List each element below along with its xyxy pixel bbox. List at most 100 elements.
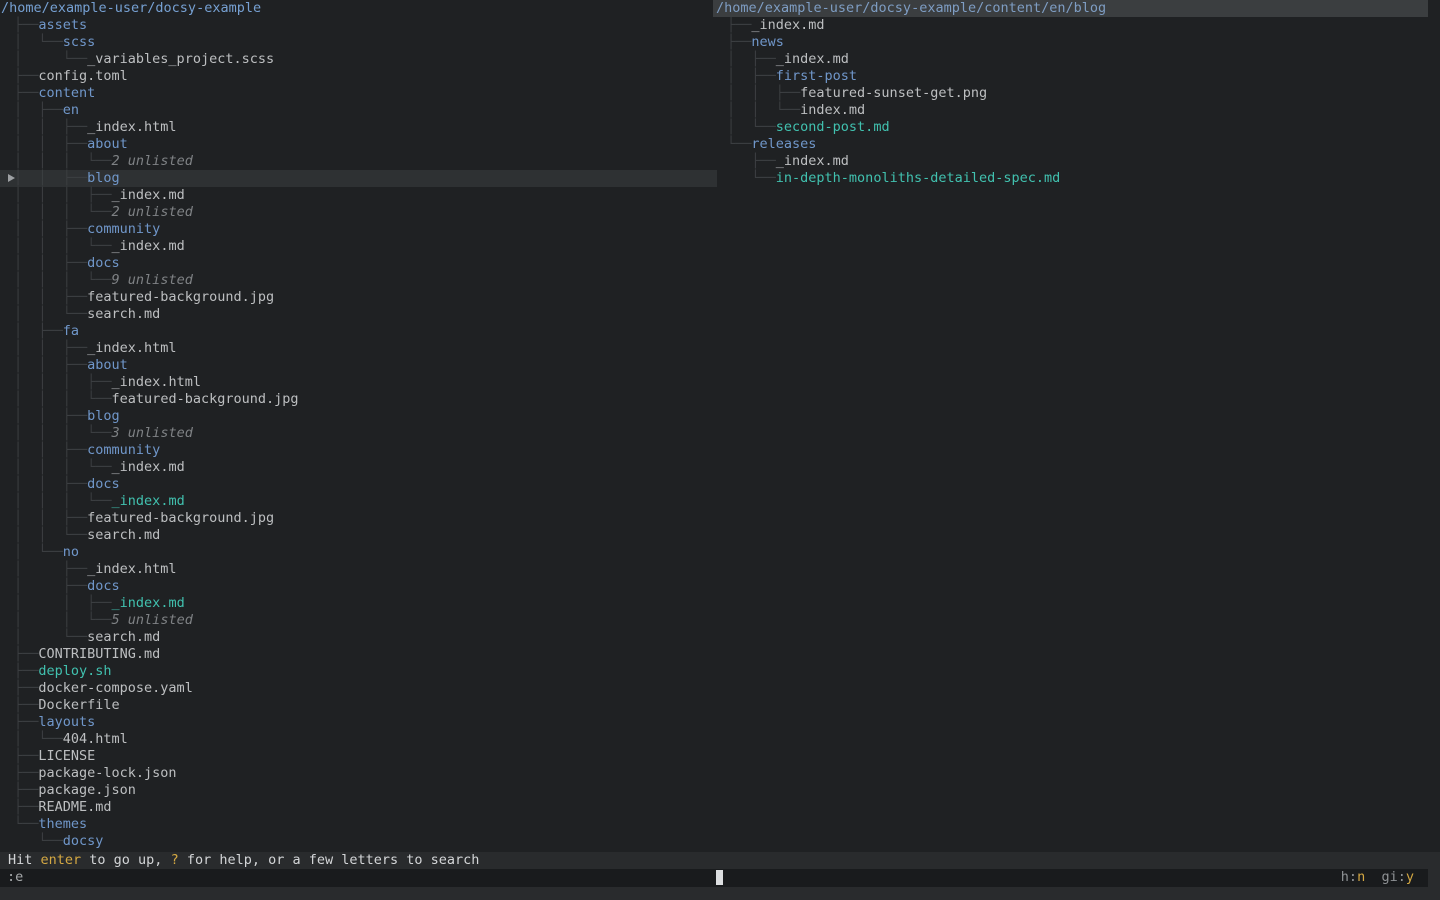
right-tree-row-3[interactable]: │ ├──first-post xyxy=(713,68,1440,85)
left-tree-row-16[interactable]: │ │ ├──featured-background.jpg xyxy=(0,289,717,306)
right-tree-row-1[interactable]: ├──news xyxy=(713,34,1440,51)
left-tree-row-1[interactable]: │ └──scss xyxy=(0,34,717,51)
right-tree-row-6[interactable]: │ └──second-post.md xyxy=(713,119,1440,136)
left-tree-row-7[interactable]: │ │ ├──about xyxy=(0,136,717,153)
unlisted-count: 5 unlisted xyxy=(112,612,193,628)
left-tree-row-29[interactable]: │ │ ├──featured-background.jpg xyxy=(0,510,717,527)
left-tree-row-36[interactable]: │ └──search.md xyxy=(0,629,717,646)
file-name: featured-background.jpg xyxy=(87,510,274,526)
left-tree-row-5[interactable]: │ ├──en xyxy=(0,102,717,119)
directory-name: docsy xyxy=(63,833,104,849)
tree-branch-lines: │ └── xyxy=(14,544,63,560)
left-tree-row-18[interactable]: │ ├──fa xyxy=(0,323,717,340)
left-panel-path[interactable]: /home/example-user/docsy-example xyxy=(0,0,717,17)
tree-branch-lines: │ └── xyxy=(14,34,63,50)
right-tree-row-0[interactable]: ├──_index.md xyxy=(713,17,1440,34)
status-key-hint: ? xyxy=(171,852,179,868)
selection-arrow-icon xyxy=(8,174,15,182)
tree-branch-lines: └── xyxy=(727,170,776,186)
directory-name: blog xyxy=(87,408,120,424)
right-panel-path[interactable]: /home/example-user/docsy-example/content… xyxy=(713,0,1428,17)
left-tree-row-32[interactable]: │ ├──_index.html xyxy=(0,561,717,578)
file-name: featured-background.jpg xyxy=(112,391,299,407)
left-tree-row-31[interactable]: │ └──no xyxy=(0,544,717,561)
left-tree-row-17[interactable]: │ │ └──search.md xyxy=(0,306,717,323)
left-tree-row-26[interactable]: │ │ │ └──_index.md xyxy=(0,459,717,476)
left-tree-row-20[interactable]: │ │ ├──about xyxy=(0,357,717,374)
left-tree-row-9[interactable]: │ │ ├──blog xyxy=(0,170,717,187)
right-tree-row-5[interactable]: │ │ └──index.md xyxy=(713,102,1440,119)
left-tree-row-11[interactable]: │ │ │ └──2 unlisted xyxy=(0,204,717,221)
file-name: package.json xyxy=(38,782,136,798)
left-tree-row-37[interactable]: ├──CONTRIBUTING.md xyxy=(0,646,717,663)
tree-branch-lines: │ │ │ └── xyxy=(14,391,112,407)
file-name: _variables_project.scss xyxy=(87,51,274,67)
right-tree-row-8[interactable]: ├──_index.md xyxy=(713,153,1440,170)
left-tree-row-35[interactable]: │ │ └──5 unlisted xyxy=(0,612,717,629)
tree-branch-lines: │ │ ├── xyxy=(727,85,800,101)
right-tree-row-7[interactable]: └──releases xyxy=(713,136,1440,153)
left-tree-row-10[interactable]: │ │ │ ├──_index.md xyxy=(0,187,717,204)
left-tree-row-46[interactable]: ├──README.md xyxy=(0,799,717,816)
directory-name: community xyxy=(87,442,160,458)
command-input[interactable]: :e h:n gi:y xyxy=(0,869,1428,887)
left-tree-row-43[interactable]: ├──LICENSE xyxy=(0,748,717,765)
right-tree-row-4[interactable]: │ │ ├──featured-sunset-get.png xyxy=(713,85,1440,102)
left-tree-row-45[interactable]: ├──package.json xyxy=(0,782,717,799)
left-tree-row-41[interactable]: ├──layouts xyxy=(0,714,717,731)
file-name: docker-compose.yaml xyxy=(38,680,192,696)
left-tree-row-28[interactable]: │ │ │ └──_index.md xyxy=(0,493,717,510)
directory-name: no xyxy=(63,544,79,560)
left-tree-row-27[interactable]: │ │ ├──docs xyxy=(0,476,717,493)
tree-branch-lines: │ │ │ └── xyxy=(14,204,112,220)
left-tree-row-14[interactable]: │ │ ├──docs xyxy=(0,255,717,272)
left-tree-row-19[interactable]: │ │ ├──_index.html xyxy=(0,340,717,357)
right-tree-row-9[interactable]: └──in-depth-monoliths-detailed-spec.md xyxy=(713,170,1440,187)
right-tree-panel: /home/example-user/docsy-example/content… xyxy=(713,0,1440,187)
left-tree-row-34[interactable]: │ │ ├──_index.md xyxy=(0,595,717,612)
tree-branch-lines: │ ├── xyxy=(14,561,87,577)
left-tree-row-48[interactable]: └──docsy xyxy=(0,833,717,850)
file-name: _index.html xyxy=(87,561,176,577)
tree-branch-lines: │ │ │ ├── xyxy=(14,374,112,390)
tree-branch-lines: ├── xyxy=(14,714,38,730)
right-tree-rows: ├──_index.md├──news│ ├──_index.md│ ├──fi… xyxy=(713,17,1440,187)
left-tree-row-3[interactable]: ├──config.toml xyxy=(0,68,717,85)
right-tree-row-2[interactable]: │ ├──_index.md xyxy=(713,51,1440,68)
status-text: to go up, xyxy=(81,852,170,868)
tree-branch-lines: │ │ ├── xyxy=(14,340,87,356)
file-name: LICENSE xyxy=(38,748,95,764)
left-tree-row-40[interactable]: ├──Dockerfile xyxy=(0,697,717,714)
flag-value: n xyxy=(1357,869,1365,885)
left-tree-row-47[interactable]: └──themes xyxy=(0,816,717,833)
tree-branch-lines: │ └── xyxy=(14,629,87,645)
left-tree-row-22[interactable]: │ │ │ └──featured-background.jpg xyxy=(0,391,717,408)
tree-branch-lines: │ │ │ └── xyxy=(14,425,112,441)
left-tree-row-13[interactable]: │ │ │ └──_index.md xyxy=(0,238,717,255)
file-name: search.md xyxy=(87,306,160,322)
directory-name: docs xyxy=(87,255,120,271)
left-tree-row-6[interactable]: │ │ ├──_index.html xyxy=(0,119,717,136)
left-tree-row-30[interactable]: │ │ └──search.md xyxy=(0,527,717,544)
file-name: _index.md xyxy=(776,153,849,169)
left-tree-row-23[interactable]: │ │ ├──blog xyxy=(0,408,717,425)
left-tree-row-44[interactable]: ├──package-lock.json xyxy=(0,765,717,782)
left-tree-row-42[interactable]: │ └──404.html xyxy=(0,731,717,748)
left-tree-row-21[interactable]: │ │ │ ├──_index.html xyxy=(0,374,717,391)
file-name: _index.md xyxy=(112,187,185,203)
left-tree-row-15[interactable]: │ │ │ └──9 unlisted xyxy=(0,272,717,289)
left-tree-row-12[interactable]: │ │ ├──community xyxy=(0,221,717,238)
left-tree-row-8[interactable]: │ │ │ └──2 unlisted xyxy=(0,153,717,170)
left-tree-row-0[interactable]: ├──assets xyxy=(0,17,717,34)
file-name: in-depth-monoliths-detailed-spec.md xyxy=(776,170,1060,186)
status-text: Hit xyxy=(8,852,41,868)
file-name: 404.html xyxy=(63,731,128,747)
toggle-flags: h:n gi:y xyxy=(1341,869,1414,886)
left-tree-row-39[interactable]: ├──docker-compose.yaml xyxy=(0,680,717,697)
left-tree-row-38[interactable]: ├──deploy.sh xyxy=(0,663,717,680)
left-tree-row-33[interactable]: │ ├──docs xyxy=(0,578,717,595)
left-tree-row-4[interactable]: ├──content xyxy=(0,85,717,102)
left-tree-row-24[interactable]: │ │ │ └──3 unlisted xyxy=(0,425,717,442)
left-tree-row-2[interactable]: │ └──_variables_project.scss xyxy=(0,51,717,68)
left-tree-row-25[interactable]: │ │ ├──community xyxy=(0,442,717,459)
